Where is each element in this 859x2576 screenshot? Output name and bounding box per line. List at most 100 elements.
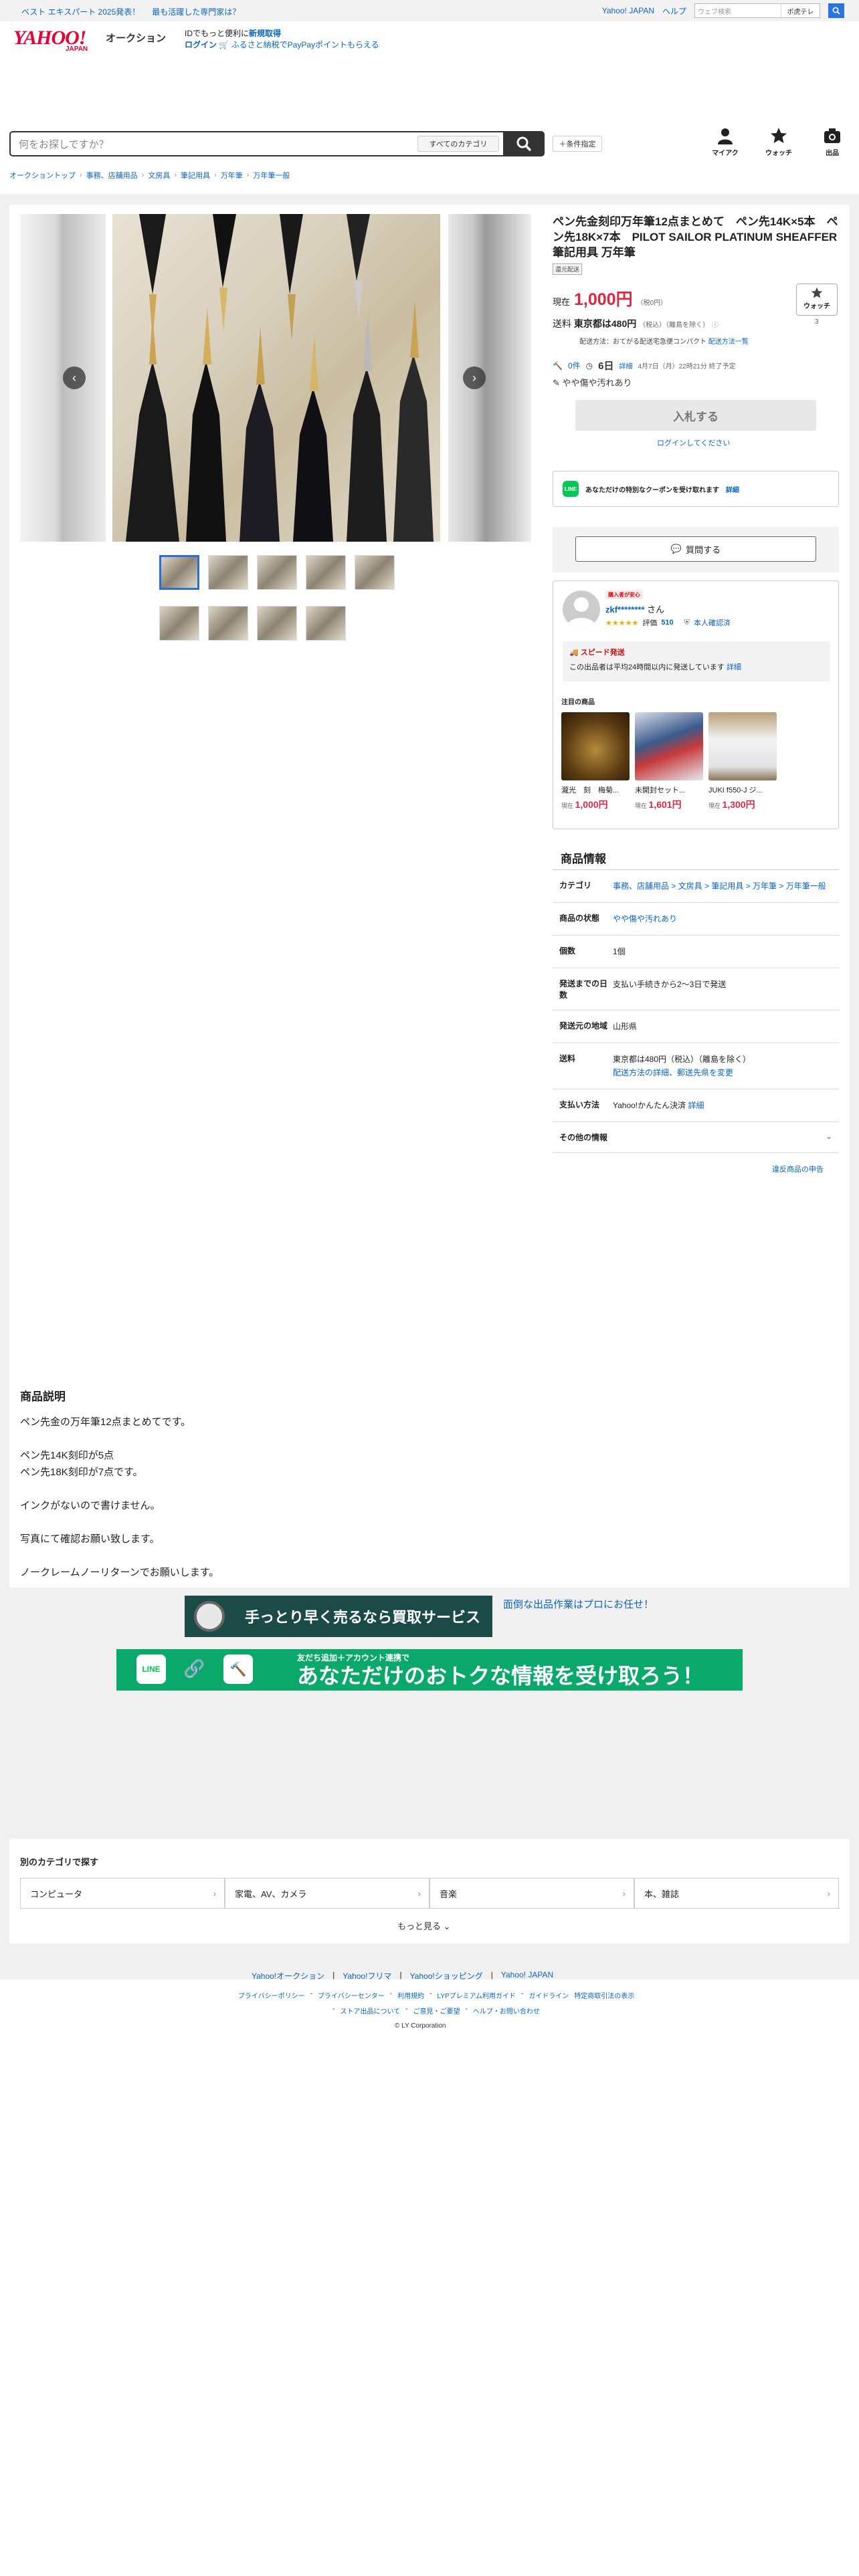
footer-link[interactable]: LYPプレミアム利用ガイド — [437, 1990, 515, 2000]
thumbnail[interactable] — [257, 606, 297, 641]
promo-link-b[interactable]: 最も活躍した専門家は？ — [152, 6, 240, 17]
price-line: 現在 1,000円 （税0円） — [553, 286, 667, 310]
featured-item[interactable]: JUKI f550-J ジ... 現在 1,300円 — [708, 712, 777, 811]
thumbnail[interactable] — [208, 555, 248, 590]
ship-detail-link[interactable]: 配送方法の詳細、郵送先県を変更 — [613, 1068, 733, 1077]
gallery-next-button[interactable]: › — [463, 366, 486, 389]
breadcrumb-item[interactable]: 万年筆 — [221, 170, 243, 181]
info-row-other[interactable]: その他の情報 ⌄ — [553, 1122, 839, 1153]
breadcrumb-item[interactable]: オークショントップ — [9, 170, 76, 181]
web-search-option[interactable]: ボ虎テレ — [781, 4, 820, 17]
search-placeholder: 何をお探しですか？ — [19, 138, 109, 150]
coupon-text: あなただけの特別なクーポンを受け取れます — [585, 486, 719, 494]
promo-link-a[interactable]: ベスト エキスパート 2025発表！ — [21, 6, 140, 17]
speed-link[interactable]: 詳細 — [727, 663, 741, 671]
featured-item-image[interactable] — [708, 712, 777, 780]
gallery-main-image[interactable] — [112, 214, 440, 542]
nav-mypage[interactable]: マイアク — [705, 127, 745, 157]
footer-link[interactable]: 利用規約 — [397, 1990, 424, 2000]
footer-link[interactable]: プライバシーポリシー — [238, 1990, 305, 2000]
search-button[interactable] — [503, 131, 545, 156]
thumbnail[interactable] — [306, 555, 346, 590]
featured-item[interactable]: 瀧光 刻 梅菊... 現在 1,000円 — [561, 712, 630, 811]
category-link[interactable]: 本、雑誌 › — [634, 1878, 839, 1909]
web-search-input[interactable]: ウェブ検索 — [695, 6, 781, 16]
search-input[interactable]: 何をお探しですか？ すべてのカテゴリ — [9, 131, 503, 156]
line-icon: LINE — [563, 481, 579, 497]
shipping-method-link[interactable]: 配送方法一覧 — [708, 338, 749, 346]
more-button[interactable]: もっと見る ⌄ — [397, 1919, 451, 1932]
login-prompt[interactable]: ログインしてください — [657, 437, 730, 448]
gallery-prev-button[interactable]: ‹ — [63, 366, 86, 389]
breadcrumb-item[interactable]: 筆記用具 — [181, 170, 210, 181]
report-link[interactable]: 違反商品の申告 — [772, 1164, 824, 1174]
signup-link[interactable]: 新規取得 — [249, 29, 281, 38]
login-link[interactable]: ログイン — [185, 40, 217, 49]
info-value: 東京都は480円（税込）（離島を除く） — [613, 1055, 751, 1064]
footer-separator: | — [490, 1970, 493, 1979]
chat-icon: 💬 — [670, 544, 682, 554]
coupon-banner[interactable]: LINE あなただけの特別なクーポンを受け取れます 詳細 — [553, 471, 839, 507]
footer-link[interactable]: Yahoo!オークション — [252, 1970, 324, 1981]
bid-count[interactable]: 0件 — [568, 360, 581, 371]
outsource-banner-link[interactable]: 面倒な出品作業はプロにお任せ！ — [503, 1597, 654, 1611]
kaitori-banner[interactable]: 手っとり早く売るなら買取サービス — [185, 1596, 492, 1637]
nav-watch[interactable]: ウォッチ — [759, 127, 799, 157]
gallery-next-image[interactable] — [448, 214, 531, 542]
coupon-link[interactable]: 詳細 — [726, 484, 739, 494]
pay-detail-link[interactable]: 詳細 — [688, 1101, 704, 1110]
category-link[interactable]: 家電、AV、カメラ › — [225, 1878, 430, 1909]
rating-value[interactable]: 510 — [661, 619, 673, 627]
truck-icon: 🚚 — [569, 649, 579, 657]
question-button[interactable]: 💬 質問する — [575, 536, 816, 562]
price-tax: （税0円） — [636, 300, 668, 307]
web-search-box[interactable]: ウェブ検索 ボ虎テレ — [694, 3, 820, 18]
breadcrumb-item[interactable]: 事務、店舗用品 — [86, 170, 138, 181]
time-detail-link[interactable]: 詳細 — [619, 360, 632, 370]
avatar-icon — [567, 597, 596, 628]
web-search-button[interactable] — [828, 3, 844, 18]
nav-sell[interactable]: 出品 — [812, 127, 852, 157]
breadcrumb-item[interactable]: 文房具 — [148, 170, 170, 181]
line-banner[interactable]: LINE 🔗 🔨 友だち追加＋アカウント連携で あなただけのおトクな情報を受け取… — [116, 1649, 743, 1691]
featured-item[interactable]: 未開封セット... 現在 1,601円 — [635, 712, 703, 811]
footer-link[interactable]: 特定商取引法の表示 — [574, 1990, 634, 2000]
info-value-condition[interactable]: やや傷や汚れあり — [613, 912, 832, 926]
help-link[interactable]: ヘルプ — [662, 5, 686, 17]
breadcrumb-item[interactable]: 万年筆一般 — [253, 170, 290, 181]
featured-item-image[interactable] — [635, 712, 703, 780]
footer-link[interactable]: ご意見・ご要望 — [413, 2006, 460, 2016]
footer-link[interactable]: ガイドライン — [529, 1990, 569, 2000]
info-value-category[interactable]: 事務、店舗用品 > 文房具 > 筆記用具 > 万年筆 > 万年筆一般 — [613, 879, 832, 893]
chevron-right-icon: › — [622, 1888, 626, 1899]
category-select[interactable]: すべてのカテゴリ — [417, 136, 499, 152]
featured-item-title[interactable]: 未開封セット... — [635, 784, 703, 795]
category-link[interactable]: 音楽 › — [430, 1878, 634, 1909]
featured-item-title[interactable]: 瀧光 刻 梅菊... — [561, 784, 630, 795]
footer-link[interactable]: Yahoo!フリマ — [343, 1970, 391, 1981]
footer-link[interactable]: Yahoo! JAPAN — [501, 1970, 553, 1981]
category-link[interactable]: コンピュータ › — [20, 1878, 225, 1909]
footer-link[interactable]: ヘルプ・お問い合わせ — [473, 2006, 540, 2016]
footer-link[interactable]: プライバシーセンター — [318, 1990, 385, 2000]
avatar[interactable] — [563, 591, 600, 628]
thumbnail[interactable] — [159, 606, 199, 641]
footer-separator: | — [332, 1970, 335, 1979]
footer-link[interactable]: Yahoo!ショッピング — [410, 1970, 483, 1981]
thumbnail[interactable] — [159, 555, 199, 590]
thumbnail[interactable] — [355, 555, 395, 590]
furusato-link[interactable]: ふるさと納税でPayPayポイントもらえる — [231, 40, 379, 49]
featured-item-title[interactable]: JUKI f550-J ジ... — [708, 784, 777, 795]
thumbnail[interactable] — [208, 606, 248, 641]
yahoo-auction-logo[interactable]: YAHOO! JAPAN オークション — [13, 27, 174, 56]
featured-item-image[interactable] — [561, 712, 630, 780]
conditions-button[interactable]: ＋条件指定 — [553, 136, 602, 152]
seller-name[interactable]: zkf******** — [605, 605, 645, 615]
bid-button[interactable]: 入札する — [575, 400, 816, 431]
yahoo-japan-link[interactable]: Yahoo! JAPAN — [602, 6, 654, 15]
footer-link[interactable]: ストア出品について — [340, 2006, 400, 2016]
verified-link[interactable]: 本人確認済 — [694, 617, 731, 628]
thumbnail[interactable] — [257, 555, 297, 590]
watch-button[interactable]: ウォッチ — [796, 284, 838, 316]
thumbnail[interactable] — [306, 606, 346, 641]
